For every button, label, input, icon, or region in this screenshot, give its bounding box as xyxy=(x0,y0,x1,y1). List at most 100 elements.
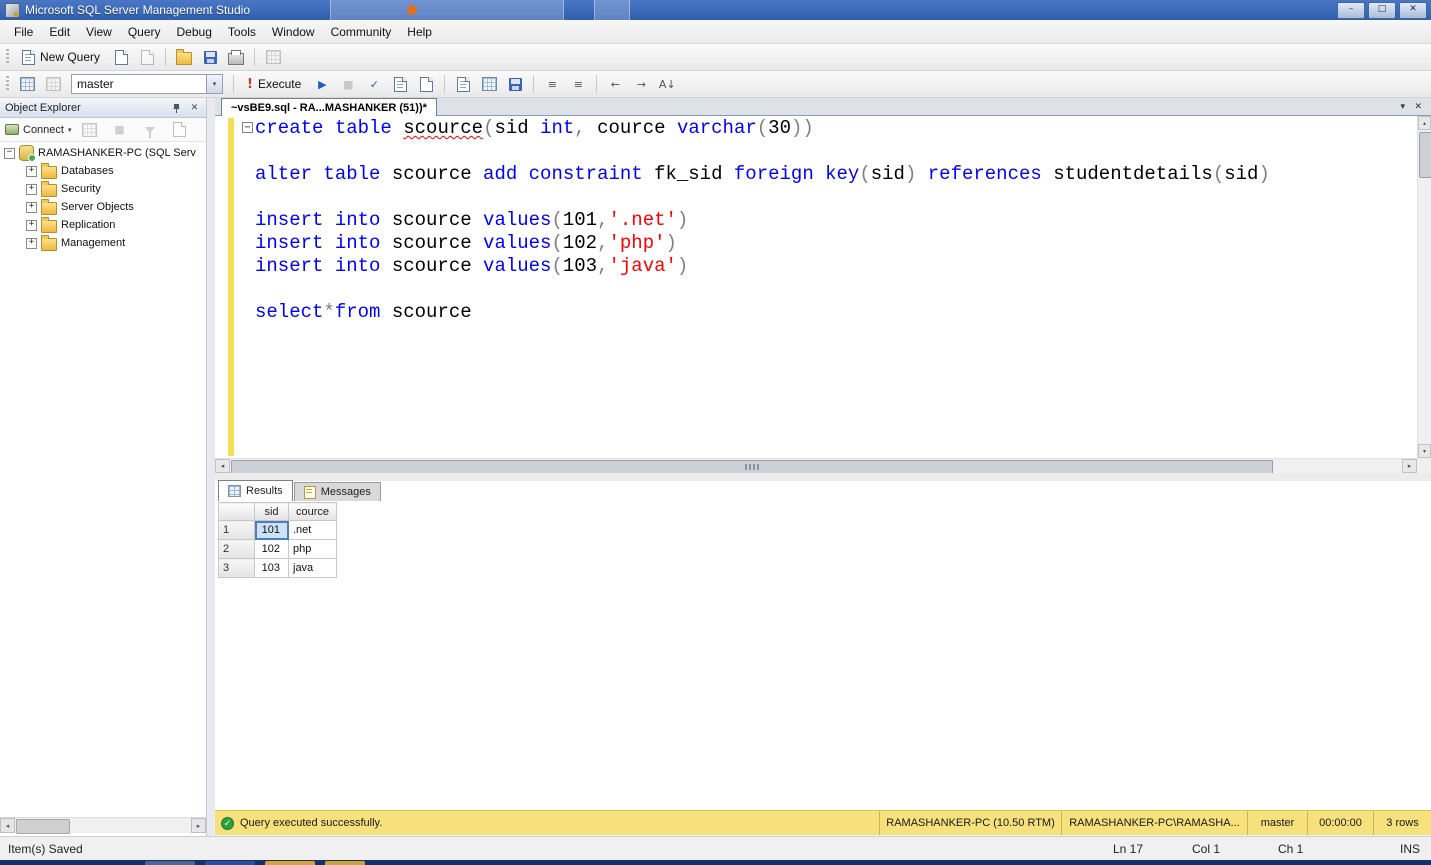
tab-results[interactable]: Results xyxy=(218,480,293,501)
toolbar-separator xyxy=(444,75,445,93)
print-button[interactable] xyxy=(224,46,248,68)
cancel-query-button[interactable]: ■ xyxy=(336,73,360,95)
disconnect-button[interactable] xyxy=(78,119,102,141)
grid-cell[interactable]: 103 xyxy=(255,559,289,578)
collapse-icon[interactable]: − xyxy=(4,148,15,159)
taskbar-button[interactable] xyxy=(145,861,195,865)
menu-community[interactable]: Community xyxy=(323,22,400,42)
menu-view[interactable]: View xyxy=(78,22,120,42)
close-button[interactable]: ✕ xyxy=(1399,2,1427,19)
grid-cell[interactable]: php xyxy=(289,540,337,559)
taskbar[interactable] xyxy=(0,860,1431,865)
grid-cell[interactable]: 102 xyxy=(255,540,289,559)
sql-editor[interactable]: − create table scource(sid int, cource v… xyxy=(215,116,1417,458)
filter-button[interactable] xyxy=(138,119,162,141)
save-button[interactable] xyxy=(198,46,222,68)
toolbar-grip[interactable] xyxy=(6,49,9,65)
scroll-right-icon[interactable]: ▸ xyxy=(1402,459,1417,473)
sidebar-item-security[interactable]: +Security xyxy=(0,180,206,198)
active-files-dropdown-icon[interactable]: ▾ xyxy=(1400,102,1405,112)
column-header-cource[interactable]: cource xyxy=(289,503,337,521)
menu-edit[interactable]: Edit xyxy=(41,22,78,42)
query-options-button[interactable] xyxy=(414,73,438,95)
row-header-cell[interactable]: 1 xyxy=(219,521,255,540)
outdent-button[interactable]: ← xyxy=(603,73,627,95)
comment-button[interactable]: ≡ xyxy=(540,73,564,95)
connect-button-small[interactable] xyxy=(15,73,39,95)
expand-icon[interactable]: + xyxy=(26,238,37,249)
object-explorer-scrollbar[interactable]: ◂ ▸ xyxy=(0,817,206,833)
panel-splitter[interactable] xyxy=(207,98,215,836)
close-icon[interactable]: ✕ xyxy=(188,101,201,114)
results-to-file-button[interactable] xyxy=(503,73,527,95)
connect-button[interactable]: Connect ▾ xyxy=(5,124,72,136)
editor-horizontal-scrollbar[interactable]: ◂ ▸ xyxy=(215,458,1417,473)
sidebar-item-server[interactable]: − RAMASHANKER-PC (SQL Serv xyxy=(0,144,206,162)
scroll-up-icon[interactable]: ▴ xyxy=(1418,116,1431,130)
taskbar-button[interactable] xyxy=(325,861,365,865)
close-document-icon[interactable]: ✕ xyxy=(1414,102,1422,112)
indent-button[interactable]: → xyxy=(629,73,653,95)
execute-button[interactable]: ! Execute xyxy=(240,73,308,95)
row-header-cell[interactable]: 2 xyxy=(219,540,255,559)
stop-button[interactable]: ■ xyxy=(108,119,132,141)
taskbar-button[interactable] xyxy=(265,861,315,865)
expand-icon[interactable]: + xyxy=(26,166,37,177)
collapse-region-icon[interactable]: − xyxy=(242,122,253,133)
analysis-query-button[interactable] xyxy=(135,46,159,68)
menu-help[interactable]: Help xyxy=(399,22,440,42)
activity-monitor-button[interactable] xyxy=(261,46,285,68)
estimated-plan-button[interactable] xyxy=(388,73,412,95)
toolbar-grip[interactable] xyxy=(6,76,9,92)
open-file-button[interactable] xyxy=(172,46,196,68)
sidebar-item-databases[interactable]: +Databases xyxy=(0,162,206,180)
grid-corner-cell[interactable] xyxy=(219,503,255,521)
background-window[interactable] xyxy=(594,0,630,20)
tab-messages[interactable]: Messages xyxy=(294,482,381,501)
sidebar-item-replication[interactable]: +Replication xyxy=(0,216,206,234)
editor-vertical-scrollbar[interactable]: ▴ ▾ xyxy=(1417,116,1431,458)
scroll-left-icon[interactable]: ◂ xyxy=(215,459,230,473)
expand-icon[interactable]: + xyxy=(26,184,37,195)
column-header-sid[interactable]: sid xyxy=(255,503,289,521)
available-databases-combo[interactable]: master ▾ xyxy=(71,74,223,94)
results-to-text-button[interactable] xyxy=(451,73,475,95)
menu-tools[interactable]: Tools xyxy=(220,22,264,42)
refresh-button[interactable] xyxy=(168,119,192,141)
scroll-left-icon[interactable]: ◂ xyxy=(0,818,15,833)
stop-icon: ■ xyxy=(343,79,353,90)
menu-query[interactable]: Query xyxy=(120,22,169,42)
menu-file[interactable]: File xyxy=(6,22,41,42)
maximize-button[interactable]: □ xyxy=(1368,2,1396,19)
sidebar-item-management[interactable]: +Management xyxy=(0,234,206,252)
scroll-down-icon[interactable]: ▾ xyxy=(1418,444,1431,458)
minimize-button[interactable]: – xyxy=(1337,2,1365,19)
new-query-button[interactable]: New Query xyxy=(15,46,107,68)
chevron-down-icon[interactable]: ▾ xyxy=(206,75,222,93)
sidebar-item-server-objects[interactable]: +Server Objects xyxy=(0,198,206,216)
document-tab[interactable]: ~vsBE9.sql - RA...MASHANKER (51))* xyxy=(221,98,437,116)
expand-icon[interactable]: + xyxy=(26,202,37,213)
uncomment-button[interactable]: ≡ xyxy=(566,73,590,95)
scroll-right-icon[interactable]: ▸ xyxy=(191,818,206,833)
menu-debug[interactable]: Debug xyxy=(169,22,220,42)
debug-button[interactable]: ▶ xyxy=(310,73,334,95)
results-gap xyxy=(215,473,1431,481)
taskbar-button[interactable] xyxy=(205,861,255,865)
results-to-grid-button[interactable] xyxy=(477,73,501,95)
expand-icon[interactable]: + xyxy=(26,220,37,231)
background-window[interactable] xyxy=(330,0,564,20)
pin-icon[interactable] xyxy=(170,101,183,114)
scrollbar-thumb[interactable] xyxy=(1419,132,1431,178)
scrollbar-thumb[interactable] xyxy=(231,460,1273,474)
menu-window[interactable]: Window xyxy=(264,22,323,42)
change-connection-button[interactable] xyxy=(41,73,65,95)
row-header-cell[interactable]: 3 xyxy=(219,559,255,578)
scrollbar-thumb[interactable] xyxy=(16,819,70,834)
grid-cell[interactable]: java xyxy=(289,559,337,578)
grid-cell[interactable]: 101 xyxy=(255,521,289,540)
change-case-button[interactable]: A↓ xyxy=(655,73,679,95)
database-engine-query-button[interactable] xyxy=(109,46,133,68)
grid-cell[interactable]: .net xyxy=(289,521,337,540)
parse-button[interactable]: ✓ xyxy=(362,73,386,95)
